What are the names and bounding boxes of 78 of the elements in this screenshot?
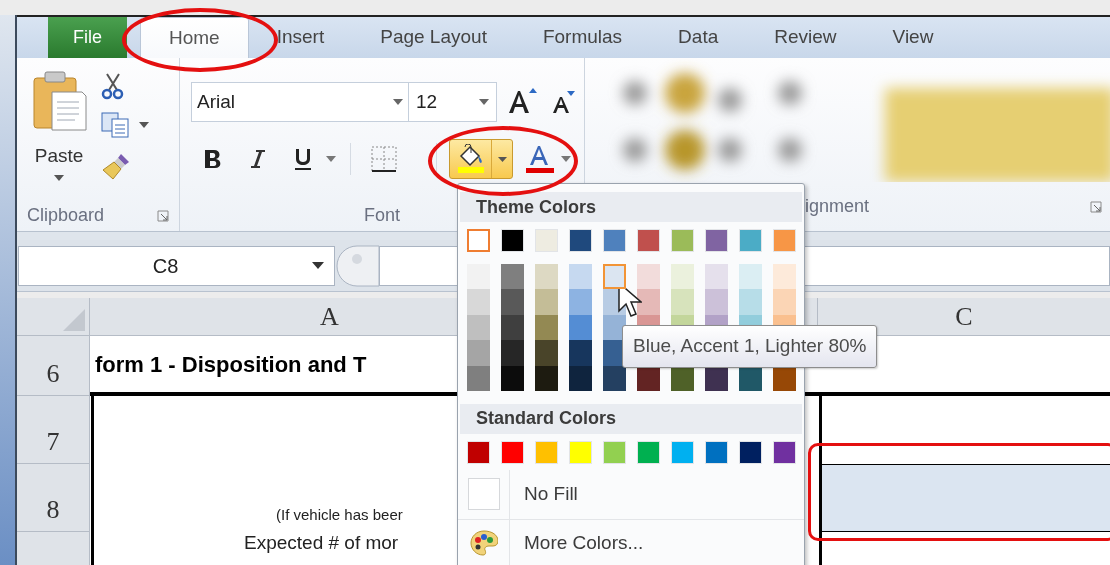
palette-icon	[469, 529, 498, 556]
color-swatch[interactable]	[501, 340, 524, 366]
color-swatch[interactable]	[739, 264, 762, 290]
italic-icon[interactable]	[248, 148, 266, 170]
caret-icon[interactable]	[54, 175, 64, 181]
underline-icon[interactable]	[292, 147, 314, 171]
color-swatch[interactable]	[535, 365, 558, 391]
paste-button[interactable]: Paste	[34, 146, 84, 165]
caret-icon[interactable]	[497, 156, 507, 162]
empty-swatch-icon	[467, 478, 500, 511]
dialog-launcher-icon[interactable]	[1090, 200, 1102, 213]
dialog-launcher-icon[interactable]	[157, 209, 169, 222]
ribbon-tab[interactable]: Page Layout	[352, 17, 515, 58]
color-swatch[interactable]	[569, 264, 592, 290]
color-swatch[interactable]	[467, 365, 490, 391]
color-swatch[interactable]	[467, 264, 490, 290]
caret-icon[interactable]	[393, 99, 403, 105]
color-swatch[interactable]	[739, 289, 762, 315]
color-swatch[interactable]	[467, 314, 490, 341]
color-swatch[interactable]	[467, 229, 490, 252]
color-swatch[interactable]	[467, 289, 490, 315]
splitter-handle-icon[interactable]	[335, 243, 379, 288]
group-label: ignment	[805, 195, 870, 218]
font-name-field[interactable]: Arial	[191, 82, 409, 122]
caret-icon[interactable]	[479, 99, 489, 105]
color-swatch[interactable]	[773, 289, 796, 315]
copy-icon[interactable]	[101, 112, 131, 138]
color-swatch[interactable]	[637, 289, 660, 315]
borders-icon[interactable]	[370, 145, 398, 173]
color-swatch[interactable]	[535, 289, 558, 315]
section-header: Standard Colors	[460, 403, 802, 434]
color-swatch[interactable]	[535, 340, 558, 366]
row-header[interactable]: 7	[17, 396, 90, 464]
caret-icon[interactable]	[139, 122, 149, 128]
shrink-font-icon[interactable]	[551, 89, 575, 115]
bold-icon[interactable]	[203, 148, 223, 170]
color-swatch[interactable]	[603, 264, 626, 290]
color-swatch[interactable]	[501, 365, 524, 391]
color-swatch[interactable]	[535, 314, 558, 341]
ribbon-tab[interactable]: View	[864, 17, 962, 58]
row-header[interactable]: 8	[17, 464, 90, 532]
color-swatch[interactable]	[467, 340, 490, 366]
font-size-field[interactable]: 12	[409, 82, 497, 122]
color-swatch[interactable]	[603, 365, 626, 391]
paint-bucket-icon	[455, 144, 486, 174]
ribbon-tab[interactable]: Home	[140, 17, 249, 58]
color-swatch[interactable]	[569, 314, 592, 341]
section-header: Theme Colors	[460, 192, 802, 222]
font-color-icon[interactable]	[525, 143, 555, 175]
color-swatch[interactable]	[501, 264, 524, 290]
color-swatch[interactable]	[569, 289, 592, 315]
ribbon-tab[interactable]: Data	[650, 17, 747, 58]
color-swatch[interactable]	[773, 264, 796, 290]
color-swatch[interactable]	[637, 264, 660, 290]
color-swatch[interactable]	[535, 264, 558, 290]
color-swatch[interactable]	[501, 289, 524, 315]
scissors-icon[interactable]	[101, 72, 125, 100]
color-swatch[interactable]	[501, 314, 524, 341]
color-swatch[interactable]	[569, 365, 592, 391]
row-header[interactable]: 6	[17, 336, 90, 396]
fill-color-button[interactable]	[449, 139, 513, 179]
table-cell[interactable]	[819, 464, 1110, 532]
ribbon-tab[interactable]: Insert	[248, 17, 353, 58]
group-label: Clipboard	[27, 204, 105, 227]
menu-item[interactable]: No Fill	[458, 469, 804, 520]
name-box[interactable]: C8	[18, 245, 335, 286]
group-label: Font	[364, 204, 400, 227]
ribbon-tab[interactable]: Review	[746, 17, 865, 58]
caret-icon[interactable]	[312, 262, 324, 269]
color-swatch[interactable]	[705, 264, 728, 290]
color-swatch[interactable]	[671, 264, 694, 290]
color-swatch[interactable]	[705, 289, 728, 315]
clipboard-icon[interactable]	[30, 70, 88, 132]
ribbon-tab[interactable]: Formulas	[514, 17, 651, 58]
color-swatch[interactable]	[671, 289, 694, 315]
tooltip: Blue, Accent 1, Lighter 80%	[622, 325, 878, 368]
file-tab[interactable]: File	[48, 17, 127, 58]
color-swatch[interactable]	[569, 340, 592, 366]
